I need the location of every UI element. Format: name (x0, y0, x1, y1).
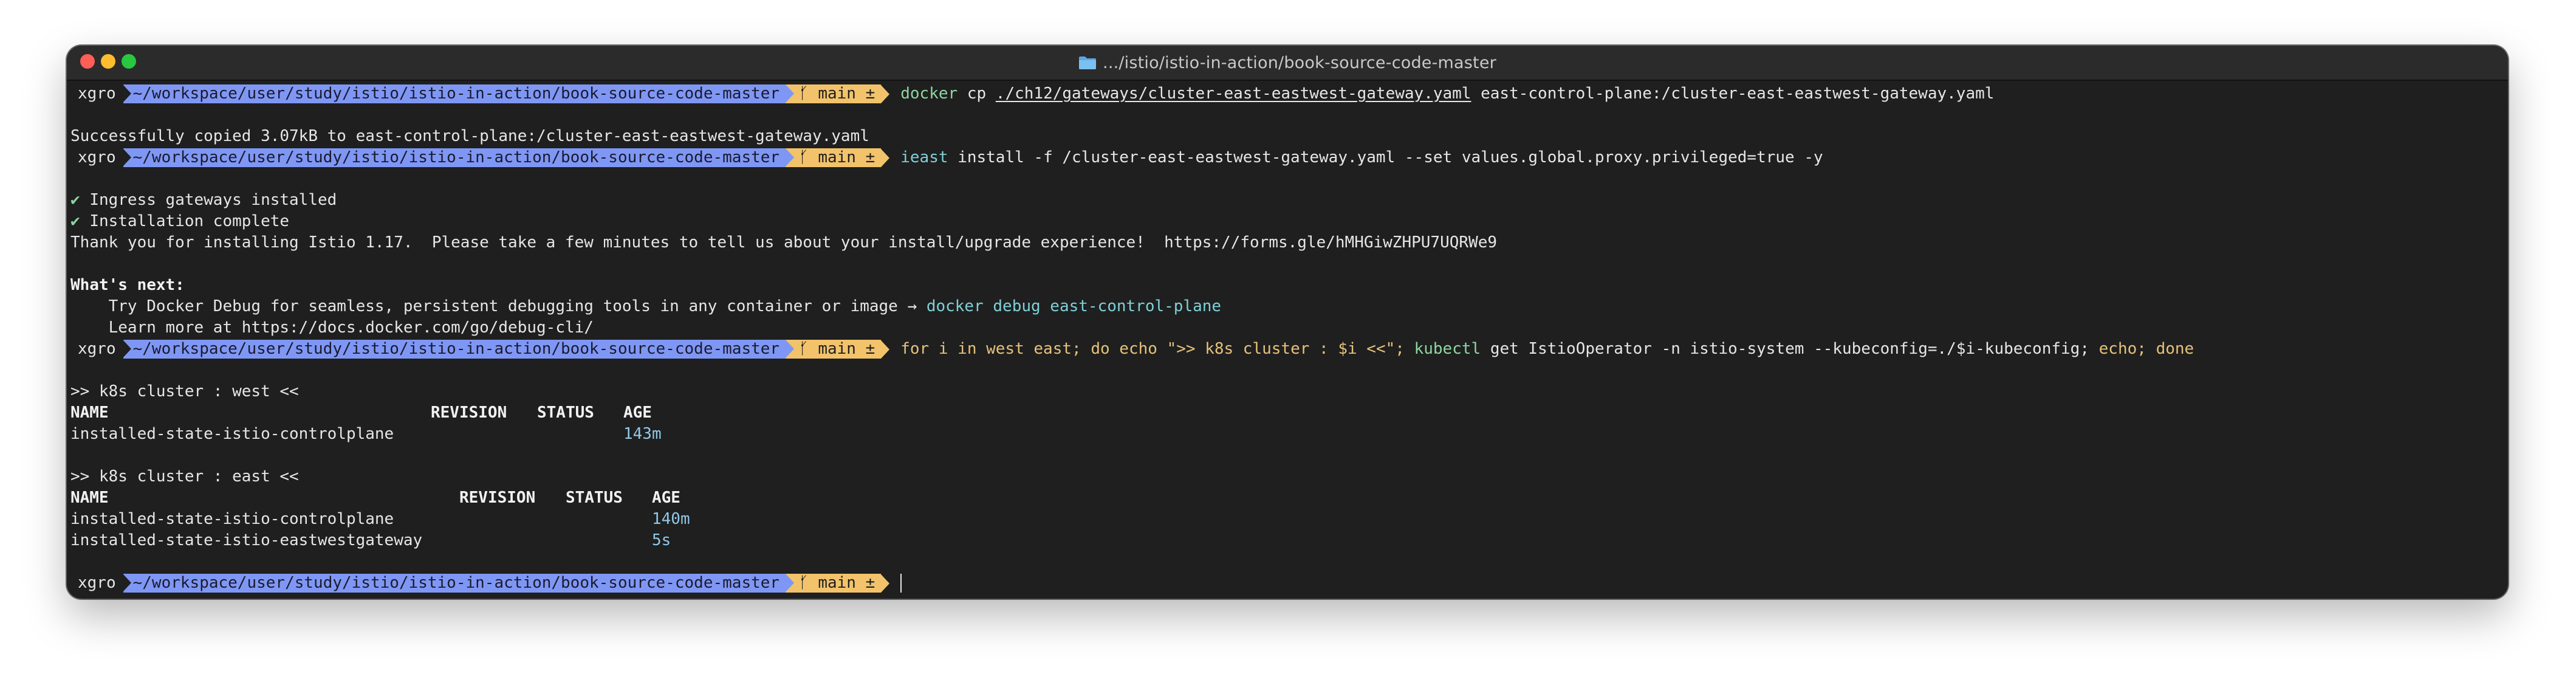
prompt-branch: main ± (818, 574, 875, 592)
cmd-part: get IstioOperator -n istio-system --kube… (1490, 340, 2089, 358)
git-branch-icon: ᚶ (799, 148, 818, 167)
git-branch-icon: ᚶ (799, 574, 818, 592)
col-status: STATUS (566, 489, 623, 507)
command-line: xgro ~/workspace/user/study/istio/istio-… (70, 339, 2504, 360)
col-status: STATUS (537, 404, 594, 422)
git-branch-icon: ᚶ (799, 340, 818, 358)
text-cursor (900, 574, 902, 593)
terminal-output[interactable]: xgro ~/workspace/user/study/istio/istio-… (70, 83, 2504, 599)
check-icon: ✔ (70, 212, 80, 230)
terminal-window: .../istio/istio-in-action/book-source-co… (67, 46, 2508, 599)
prompt: xgro ~/workspace/user/study/istio/istio-… (70, 84, 890, 103)
prompt-user: xgro (78, 574, 116, 592)
prompt: xgro ~/workspace/user/study/istio/istio-… (70, 148, 890, 167)
cmd-program: docker (900, 84, 958, 103)
row-name: installed-state-istio-eastwestgateway (70, 531, 423, 549)
output-line: ✔ Ingress gateways installed (70, 190, 2504, 211)
cmd-program: ieast (900, 148, 948, 167)
output-text: Installation complete (89, 212, 290, 230)
table-header: NAME REVISION STATUS AGE (70, 487, 2504, 509)
row-name: installed-state-istio-controlplane (70, 425, 394, 443)
prompt-git: ᚶ main ± (786, 574, 882, 593)
git-branch-icon: ᚶ (799, 84, 818, 103)
cmd-args: install -f /cluster-east-eastwest-gatewa… (957, 148, 1823, 167)
command-line[interactable]: xgro ~/workspace/user/study/istio/istio-… (70, 573, 2504, 594)
prompt-path: ~/workspace/user/study/istio/istio-in-ac… (122, 340, 786, 359)
prompt-arrow (881, 340, 890, 359)
row-age: 140m (652, 510, 690, 528)
prompt-branch: main ± (818, 84, 875, 103)
prompt-git: ᚶ main ± (786, 148, 882, 167)
col-age: AGE (623, 404, 652, 422)
output-text: Try Docker Debug for seamless, persisten… (70, 297, 917, 315)
output-line: Learn more at https://docs.docker.com/go… (70, 318, 594, 337)
output-line: Try Docker Debug for seamless, persisten… (70, 296, 2504, 317)
cluster-header: >> k8s cluster : east << (70, 467, 299, 486)
col-name: NAME (70, 404, 109, 422)
folder-icon (1078, 55, 1097, 70)
cmd-dest: east-control-plane:/cluster-east-eastwes… (1481, 84, 1995, 103)
cmd-part: do (1091, 340, 1110, 358)
prompt-arrow (881, 148, 890, 167)
command-line: xgro ~/workspace/user/study/istio/istio-… (70, 83, 2504, 105)
col-revision: REVISION (431, 404, 507, 422)
prompt: xgro ~/workspace/user/study/istio/istio-… (70, 340, 890, 359)
table-header: NAME REVISION STATUS AGE (70, 402, 2504, 424)
output-line: Successfully copied 3.07kB to east-contr… (70, 127, 869, 145)
row-name: installed-state-istio-controlplane (70, 510, 394, 528)
cmd-part: for i in west east; (900, 340, 1081, 358)
title-bar: .../istio/istio-in-action/book-source-co… (67, 46, 2508, 81)
prompt: xgro ~/workspace/user/study/istio/istio-… (70, 574, 890, 593)
output-line: Thank you for installing Istio 1.17. Ple… (70, 233, 1497, 252)
check-icon: ✔ (70, 191, 80, 209)
prompt-path: ~/workspace/user/study/istio/istio-in-ac… (122, 84, 786, 103)
cluster-header: >> k8s cluster : west << (70, 382, 299, 401)
prompt-user: xgro (78, 340, 116, 358)
cmd-part: echo; (2098, 340, 2146, 358)
cmd-part: done (2156, 340, 2194, 358)
col-revision: REVISION (459, 489, 536, 507)
prompt-branch: main ± (818, 340, 875, 358)
prompt-arrow (881, 574, 890, 593)
output-line: ✔ Installation complete (70, 211, 2504, 232)
suggested-command: docker debug east-control-plane (926, 297, 1222, 315)
whats-next-heading: What's next: (70, 276, 185, 294)
command-line: xgro ~/workspace/user/study/istio/istio-… (70, 147, 2504, 168)
prompt-git: ᚶ main ± (786, 340, 882, 359)
cmd-part: echo (1119, 340, 1157, 358)
prompt-user: xgro (78, 84, 116, 103)
col-name: NAME (70, 489, 109, 507)
cmd-sub: cp (967, 84, 987, 103)
prompt-path: ~/workspace/user/study/istio/istio-in-ac… (122, 148, 786, 167)
cmd-part: kubectl (1414, 340, 1481, 358)
prompt-arrow (881, 84, 890, 103)
prompt-git: ᚶ main ± (786, 84, 882, 103)
prompt-path: ~/workspace/user/study/istio/istio-in-ac… (122, 574, 786, 593)
cmd-src: ./ch12/gateways/cluster-east-eastwest-ga… (995, 84, 1471, 103)
prompt-user: xgro (78, 148, 116, 167)
window-title: .../istio/istio-in-action/book-source-co… (1103, 53, 1496, 72)
table-row: installed-state-istio-controlplane 143m (70, 424, 2504, 445)
window-title-group: .../istio/istio-in-action/book-source-co… (67, 46, 2508, 80)
cmd-part: ">> k8s cluster : $i <<"; (1166, 340, 1405, 358)
row-age: 5s (652, 531, 671, 549)
output-text: Ingress gateways installed (89, 191, 337, 209)
row-age: 143m (623, 425, 662, 443)
prompt-branch: main ± (818, 148, 875, 167)
col-age: AGE (652, 489, 680, 507)
table-row: installed-state-istio-controlplane 140m (70, 509, 2504, 530)
table-row: installed-state-istio-eastwestgateway 5s (70, 530, 2504, 551)
